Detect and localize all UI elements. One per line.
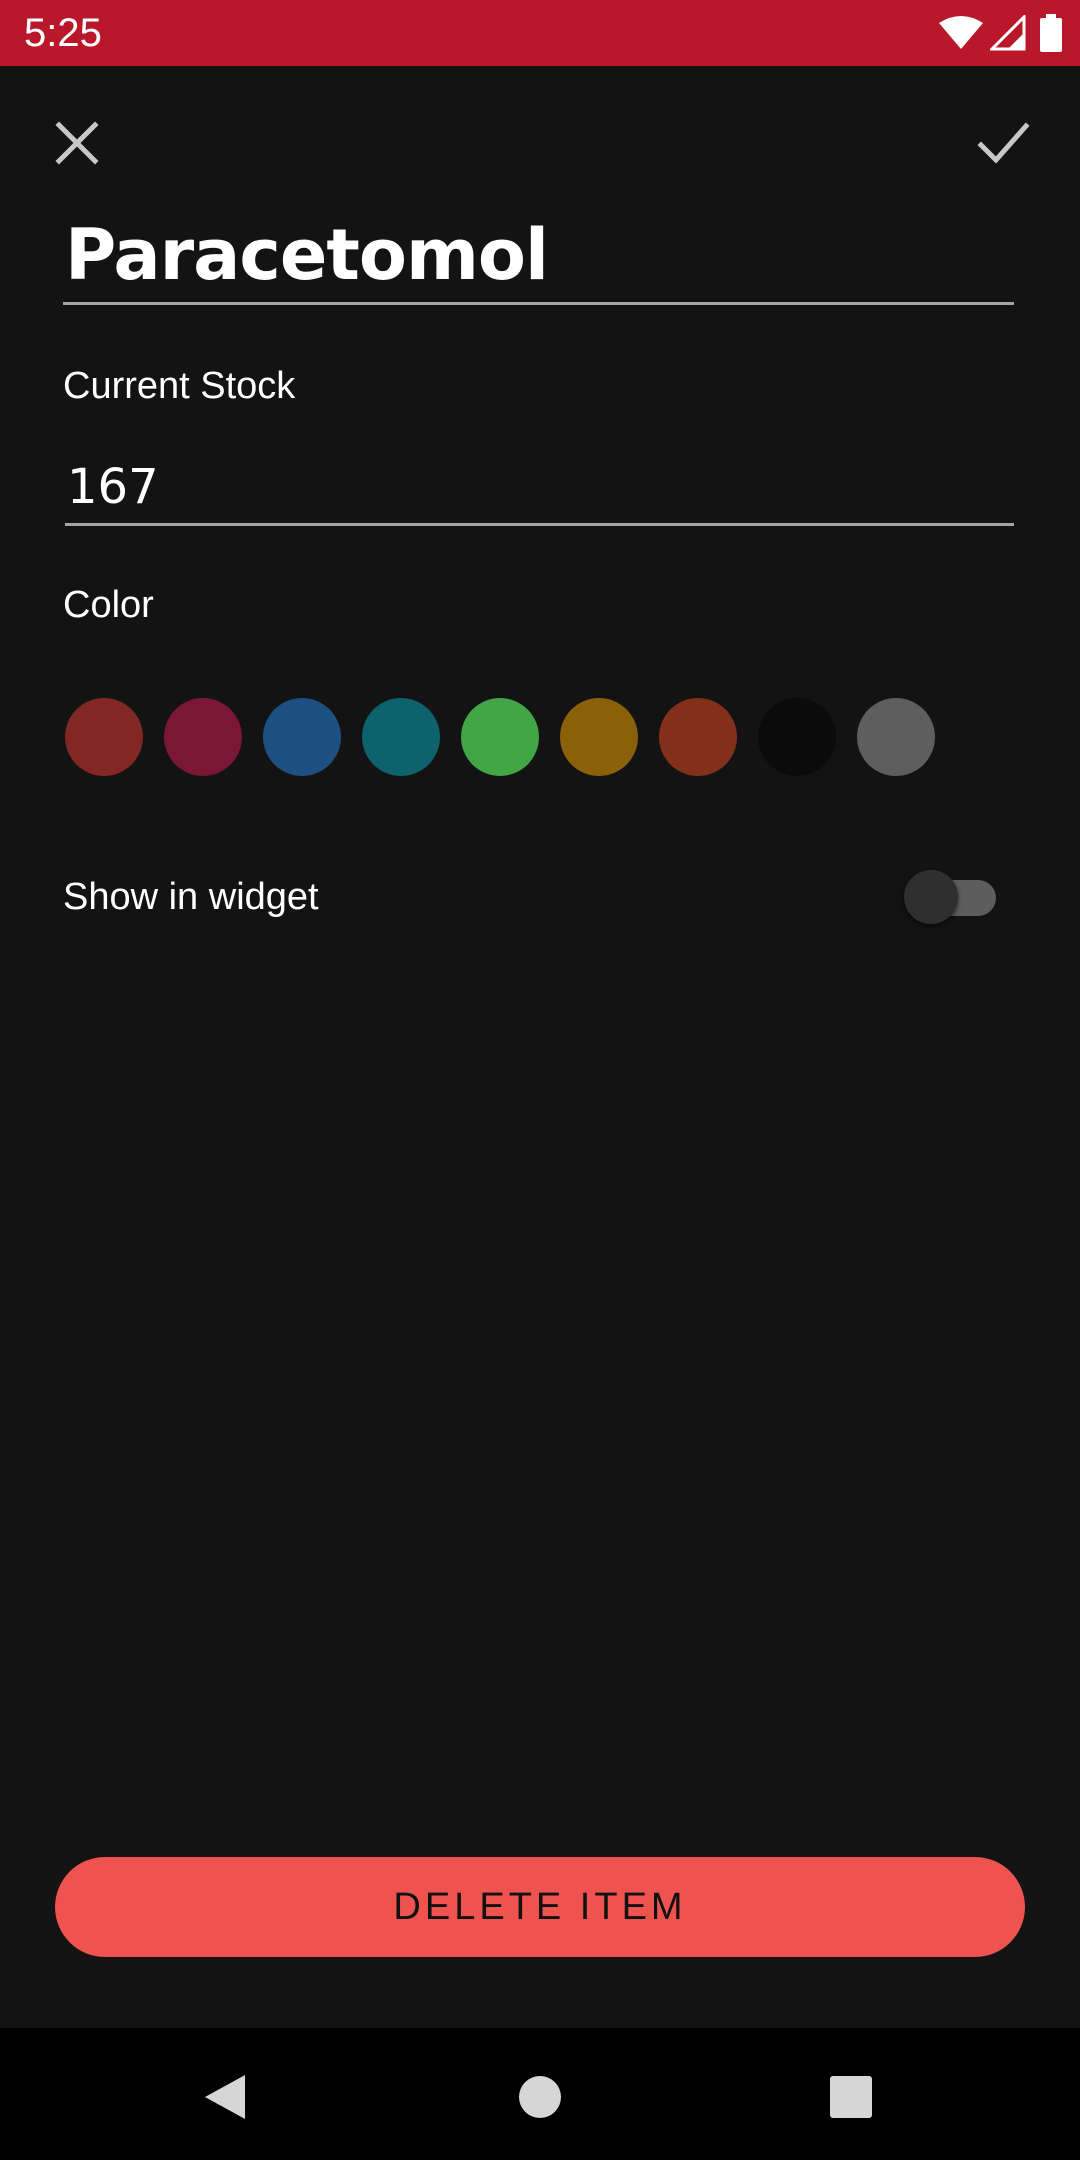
color-swatch-blue[interactable] [263,698,341,776]
close-icon [55,121,99,165]
status-icons [938,12,1062,54]
wifi-icon [938,15,984,51]
back-button[interactable] [203,2073,247,2121]
status-time: 5:25 [24,11,102,55]
delete-item-button[interactable]: DELETE ITEM [55,1857,1025,1957]
item-name-field[interactable]: Paracetomol [63,205,1014,305]
color-swatch-teal[interactable] [362,698,440,776]
color-swatch-black[interactable] [758,698,836,776]
status-bar: 5:25 [0,0,1080,66]
color-swatch-green[interactable] [461,698,539,776]
show-in-widget-label: Show in widget [63,876,319,918]
close-button[interactable] [46,112,108,174]
color-swatch-crimson[interactable] [164,698,242,776]
delete-item-label: DELETE ITEM [393,1885,687,1928]
color-swatch-rust[interactable] [659,698,737,776]
cellular-signal-icon [990,15,1026,51]
current-stock-field[interactable]: 167 [65,452,1014,526]
color-swatch-gray[interactable] [857,698,935,776]
color-swatch-amber[interactable] [560,698,638,776]
color-label: Color [63,584,154,626]
battery-icon [1040,14,1062,52]
current-stock-value: 167 [67,459,159,515]
recents-button[interactable] [829,2075,873,2119]
recents-icon [830,2076,872,2118]
item-name-value: Paracetomol [65,214,549,296]
edit-item-screen: 5:25 Paracetomol Current Stock 167 Color… [0,0,1080,2160]
show-in-widget-toggle[interactable] [904,868,996,926]
navigation-bar [0,2028,1080,2160]
back-icon [205,2075,245,2119]
save-button[interactable] [970,112,1036,174]
toggle-thumb [904,870,958,924]
home-button[interactable] [518,2075,562,2119]
home-icon [519,2076,561,2118]
current-stock-label: Current Stock [63,365,296,407]
check-icon [977,122,1030,164]
color-swatch-red[interactable] [65,698,143,776]
